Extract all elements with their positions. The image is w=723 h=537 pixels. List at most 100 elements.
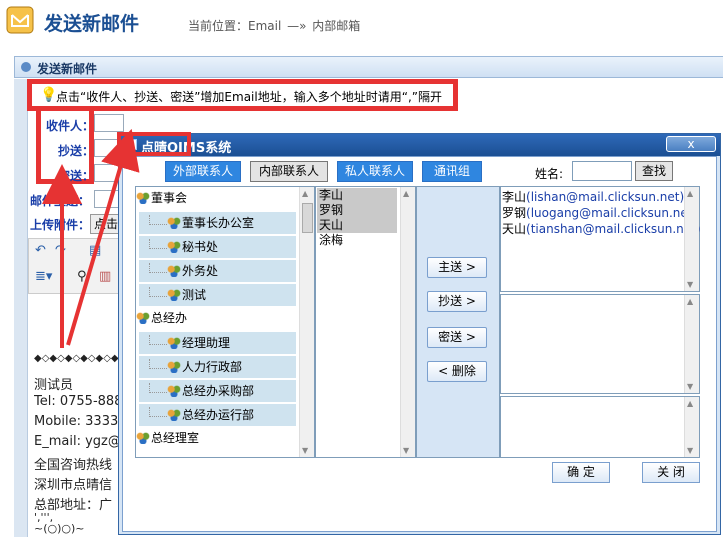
tab-contact-groups[interactable]: 通讯组 — [422, 161, 482, 182]
close-button[interactable]: 关 闭 — [642, 462, 700, 483]
dialog-titlebar[interactable]: 点晴OIMS系统 x — [119, 134, 720, 156]
signature-line: Tel: 0755-888 — [34, 394, 122, 409]
signature-line: 全国咨询热线 — [34, 458, 113, 473]
scroll-down-icon[interactable]: ▼ — [687, 382, 693, 391]
tree-item-subdept[interactable]: 秘书处 — [138, 235, 297, 259]
find-icon[interactable]: ⚲ — [77, 269, 87, 284]
scroll-up-icon[interactable]: ▲ — [403, 189, 409, 198]
scroll-down-icon[interactable]: ▼ — [403, 446, 409, 455]
list-item[interactable]: 涂梅 — [317, 233, 397, 248]
paste-icon[interactable]: ▤ — [89, 243, 101, 258]
tab-internal-contacts[interactable]: 内部联系人 — [250, 161, 328, 182]
page-header: 发送新邮件 当前位置：Email —» 内部邮箱 — [0, 0, 723, 44]
to-label[interactable]: 收件人： — [46, 117, 94, 134]
group-icon — [136, 312, 150, 324]
name-label: 姓名: — [535, 167, 564, 181]
signature-line: E_mail: ygz@ — [34, 434, 121, 449]
group-icon — [167, 337, 181, 349]
mail-logo-icon — [6, 6, 34, 34]
name-list-scrollbar[interactable]: ▲ ▼ — [400, 187, 415, 457]
tree-item-subdept[interactable]: 人力行政部 — [138, 355, 297, 379]
group-icon — [167, 361, 181, 373]
to-recipients-box[interactable]: 李山(lishan@mail.clicksun.net) 罗钢(luogang@… — [500, 186, 701, 292]
group-icon — [136, 192, 150, 204]
list-item[interactable]: 天山 — [317, 218, 397, 233]
list-item[interactable]: 罗钢 — [317, 203, 397, 218]
tab-external-contacts[interactable]: 外部联系人 — [165, 161, 241, 182]
upload-label: 上传附件： — [30, 218, 91, 232]
tip-text: 点击“收件人、抄送、密送”增加Email地址，输入多个地址时请用“,”隔开 — [56, 90, 442, 104]
cc-scrollbar[interactable]: ▲ ▼ — [684, 295, 699, 393]
undo-icon[interactable]: ↶ — [35, 243, 46, 258]
panel-header: 发送新邮件 — [14, 56, 723, 78]
group-icon — [167, 289, 181, 301]
delete-button[interactable]: < 删除 — [427, 361, 487, 382]
signature-line: ~(○)○)~ — [34, 522, 85, 535]
bcc-label[interactable]: 密送： — [58, 167, 94, 184]
tree-item-subdept[interactable]: 测试 — [138, 283, 297, 307]
breadcrumb-separator: —» — [287, 19, 307, 33]
cc-button[interactable]: 抄送 > — [427, 291, 487, 312]
tip-highlight-box: 💡 点击“收件人、抄送、密送”增加Email地址，输入多个地址时请用“,”隔开 — [27, 79, 458, 111]
send-to-button[interactable]: 主送 > — [427, 257, 487, 278]
signature-line: ◆◇◆◇◆◇◆◇◆◇◆ — [34, 353, 119, 364]
breadcrumb: 当前位置：Email —» 内部邮箱 — [188, 17, 360, 34]
signature-line: Mobile: 3333 — [34, 414, 119, 429]
window-icon — [125, 139, 137, 150]
breadcrumb-page[interactable]: 内部邮箱 — [312, 19, 360, 33]
cc-recipients-box[interactable]: ▲ ▼ — [500, 294, 700, 394]
scroll-up-icon[interactable]: ▲ — [302, 189, 308, 198]
ok-button[interactable]: 确 定 — [552, 462, 610, 483]
bcc-button[interactable]: 密送 > — [427, 327, 487, 348]
group-icon — [167, 217, 181, 229]
scroll-up-icon[interactable]: ▲ — [687, 189, 693, 198]
line-spacing-icon[interactable]: ≣▾ — [35, 269, 52, 284]
tree-item-dept[interactable]: 总经办 — [136, 307, 299, 331]
find-button[interactable]: 查找 — [635, 161, 673, 181]
left-border-strip — [14, 79, 28, 537]
group-icon — [136, 432, 150, 444]
tree-item-dept[interactable]: 董事会 — [136, 187, 299, 211]
panel-bullet-icon — [21, 62, 31, 72]
tree-item-dept[interactable]: 总经理室 — [136, 427, 299, 451]
list-item[interactable]: 李山 — [317, 188, 397, 203]
recipient-item[interactable]: 李山(lishan@mail.clicksun.net) — [502, 188, 684, 205]
scroll-up-icon[interactable]: ▲ — [687, 297, 693, 306]
lightbulb-icon: 💡 — [40, 87, 58, 103]
bcc-scrollbar[interactable]: ▲ ▼ — [684, 397, 699, 457]
redo-icon[interactable]: ↷ — [55, 243, 66, 258]
page-title: 发送新邮件 — [44, 13, 140, 35]
org-tree-scrollbar[interactable]: ▲ ▼ — [299, 187, 314, 457]
contact-name-list: 李山 罗钢 天山 涂梅 ▲ ▼ — [315, 186, 416, 458]
tab-private-contacts[interactable]: 私人联系人 — [337, 161, 413, 182]
org-tree: 董事会 董事长办公室 秘书处 外务处 测试 总经办 经理助理 人力行政部 总经办… — [135, 186, 315, 458]
tree-item-subdept[interactable]: 经理助理 — [138, 331, 297, 355]
bcc-recipients-box[interactable]: ▲ ▼ — [500, 396, 700, 458]
group-icon — [167, 265, 181, 277]
recipients-scrollbar[interactable]: ▲ ▼ — [684, 187, 699, 291]
tree-item-subdept[interactable]: 外务处 — [138, 259, 297, 283]
dialog-close-button[interactable]: x — [666, 136, 716, 152]
recipient-item[interactable]: 天山(tianshan@mail.clicksun.net) — [502, 220, 701, 237]
signature-line: 深圳市点晴信 — [34, 478, 113, 493]
group-icon — [167, 409, 181, 421]
scroll-up-icon[interactable]: ▲ — [687, 399, 693, 408]
scroll-thumb[interactable] — [302, 203, 313, 233]
clipboard-icon[interactable]: ▥ — [99, 269, 111, 284]
scroll-down-icon[interactable]: ▼ — [302, 446, 308, 455]
to-input[interactable] — [94, 114, 124, 132]
scroll-down-icon[interactable]: ▼ — [687, 280, 693, 289]
recipient-item[interactable]: 罗钢(luogang@mail.clicksun.net) — [502, 204, 697, 221]
scroll-down-icon[interactable]: ▼ — [687, 446, 693, 455]
transfer-buttons-column: 主送 > 抄送 > 密送 > < 删除 — [416, 186, 500, 458]
tree-item-subdept[interactable]: 总经办采购部 — [138, 379, 297, 403]
signature-line: 测试员 — [34, 378, 74, 393]
tree-item-subdept[interactable]: 董事长办公室 — [138, 211, 297, 235]
contact-picker-dialog: 点晴OIMS系统 x 外部联系人 内部联系人 私人联系人 通讯组 姓名: 查找 … — [118, 133, 721, 535]
name-search-input[interactable] — [572, 161, 632, 181]
panel-title: 发送新邮件 — [37, 62, 98, 76]
tree-item-subdept[interactable]: 总经办运行部 — [138, 403, 297, 427]
breadcrumb-label: 当前位置：Email — [188, 19, 282, 33]
dialog-title: 点晴OIMS系统 — [141, 141, 232, 156]
cc-label[interactable]: 抄送： — [58, 142, 94, 159]
